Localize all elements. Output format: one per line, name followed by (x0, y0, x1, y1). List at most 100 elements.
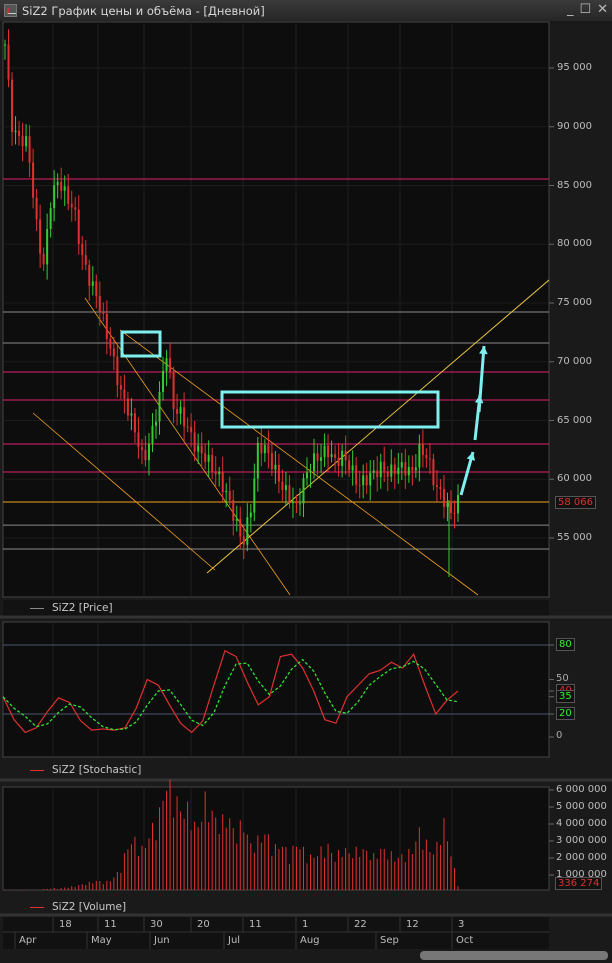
candle-body (425, 455, 428, 459)
candle-body (281, 481, 284, 491)
horizontal-scrollbar[interactable] (420, 951, 608, 960)
price-axis-label: 60 000 (557, 473, 592, 485)
candle-body (397, 467, 400, 475)
last-volume-badge: 336 274 (555, 877, 603, 890)
candle-body (123, 389, 126, 399)
candle-body (446, 503, 449, 507)
candle-body (390, 464, 393, 477)
candle-body (21, 135, 24, 147)
month-label: Sep (380, 935, 399, 946)
candle-body (232, 500, 235, 521)
candle-body (14, 130, 17, 133)
price-axis-label: 75 000 (557, 297, 592, 308)
volume-axis-label: 2 000 000 (556, 852, 607, 863)
candle-body (119, 385, 122, 390)
candle-body (126, 398, 129, 416)
candle-body (172, 372, 175, 410)
candle-body (298, 503, 301, 505)
candle-body (235, 518, 238, 521)
candle-body (133, 413, 136, 433)
candle-body (449, 503, 452, 513)
day-label: 11 (249, 919, 262, 930)
candle-body (102, 312, 105, 314)
candle-body (242, 536, 245, 545)
candle-body (32, 162, 35, 198)
candle-body (376, 470, 379, 478)
candle-body (355, 465, 358, 485)
candle-body (400, 462, 403, 468)
candle-body (246, 517, 249, 545)
candle-body (439, 487, 442, 490)
candle-body (302, 478, 305, 504)
candle-body (35, 197, 38, 220)
candle-body (341, 450, 344, 466)
price-axis-label: 55 000 (557, 532, 592, 543)
candle-body (239, 518, 242, 537)
candle-body (379, 461, 382, 478)
candle-body (11, 79, 14, 133)
candle-body (453, 512, 456, 514)
candle-body (253, 478, 256, 513)
candle-body (263, 445, 266, 454)
candle-body (428, 458, 431, 460)
candle-body (204, 453, 207, 462)
month-label: Jun (154, 935, 170, 946)
candle-body (130, 413, 133, 416)
candle-body (260, 442, 263, 454)
candle-body (365, 475, 368, 486)
candle-body (200, 445, 203, 454)
chart-canvas[interactable] (0, 0, 612, 963)
month-label: Aug (300, 935, 320, 946)
candle-body (137, 432, 140, 448)
candle-body (432, 458, 435, 486)
volume-axis-label: 5 000 000 (556, 801, 607, 812)
candle-body (274, 464, 277, 470)
price-axis-label: 95 000 (557, 62, 592, 73)
candle-body (418, 443, 421, 468)
candle-body (186, 426, 189, 428)
candle-body (95, 281, 98, 296)
price-axis-label: 90 000 (557, 120, 592, 132)
candle-body (228, 490, 231, 501)
candle-body (256, 442, 259, 479)
candle-body (158, 391, 161, 422)
candle-body (348, 460, 351, 471)
candle-body (46, 228, 49, 265)
candle-body (306, 472, 308, 479)
price-axis-label: 70 000 (557, 355, 592, 367)
candle-body (7, 44, 10, 80)
candle-body (291, 502, 294, 504)
candle-body (369, 472, 372, 486)
candle-body (183, 407, 186, 427)
candle-body (77, 209, 80, 244)
month-label: Jul (228, 935, 241, 946)
day-label: 3 (458, 919, 465, 930)
stochastic-legend: SiZ2 [Stochastic] (30, 764, 141, 776)
candle-body (162, 370, 165, 392)
candle-body (421, 443, 424, 456)
candle-body (109, 338, 112, 349)
candle-body (225, 490, 228, 493)
stochastic-axis-label: 20 (556, 707, 575, 720)
candle-body (414, 467, 417, 471)
day-label: 11 (104, 919, 117, 930)
candle-body (351, 465, 354, 471)
candle-body (25, 136, 28, 147)
candle-body (221, 471, 224, 493)
candle-body (358, 484, 361, 486)
candle-body (457, 495, 459, 514)
price-legend-label: SiZ2 [Price] (52, 602, 113, 614)
candle-body (323, 445, 326, 458)
candle-body (362, 475, 365, 486)
candle-body (404, 462, 407, 476)
candle-body (393, 464, 396, 475)
candle-body (218, 471, 221, 475)
stochastic-axis-label: 35 (556, 689, 575, 703)
candle-body (337, 457, 340, 466)
candle-body (313, 453, 316, 472)
month-label: Oct (456, 935, 474, 946)
candle-body (270, 453, 273, 470)
day-label: 18 (59, 919, 72, 930)
candle-body (151, 425, 154, 444)
candle-body (18, 130, 21, 136)
